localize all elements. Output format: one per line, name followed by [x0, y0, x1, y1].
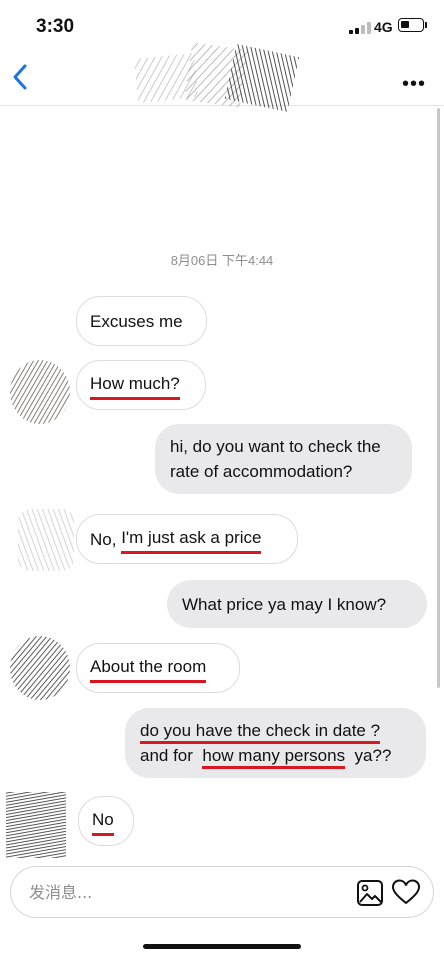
contact-avatar[interactable]	[130, 42, 310, 114]
sender-avatar[interactable]	[14, 505, 78, 575]
message-text: What price ya may I know?	[182, 595, 387, 614]
chevron-left-icon[interactable]	[10, 62, 30, 92]
network-label: 4G	[374, 19, 393, 35]
message-line: hi, do you want to check the	[170, 437, 381, 456]
heart-icon[interactable]	[392, 879, 420, 905]
more-dots-icon[interactable]: •••	[402, 74, 426, 94]
message-incoming[interactable]: How much?	[76, 360, 206, 410]
message-text-underlined: No	[92, 807, 114, 836]
message-incoming[interactable]: About the room	[76, 643, 240, 693]
message-text: Excuses me	[90, 311, 183, 331]
image-icon[interactable]	[356, 879, 384, 907]
message-text: and for	[140, 746, 198, 765]
message-outgoing[interactable]: hi, do you want to check the rate of acc…	[155, 424, 412, 494]
conversation-timestamp: 8月06日 下午4:44	[170, 253, 274, 268]
sender-avatar[interactable]	[8, 356, 72, 426]
message-text-underlined: How much?	[90, 371, 180, 400]
scrollbar[interactable]	[437, 108, 440, 688]
message-text-underlined: I'm just ask a price	[121, 525, 262, 554]
message-text: ya??	[349, 746, 392, 765]
message-text-underlined: do you have the check in date ?	[140, 721, 381, 744]
message-text: No,	[90, 529, 117, 549]
status-time: 3:30	[36, 16, 75, 37]
battery-cap	[425, 22, 427, 28]
message-incoming[interactable]: No, I'm just ask a price	[76, 514, 298, 564]
message-line: rate of accommodation?	[170, 462, 353, 481]
message-text-underlined: how many persons	[202, 746, 346, 769]
message-input[interactable]	[29, 867, 349, 917]
message-outgoing[interactable]: What price ya may I know?	[167, 580, 427, 628]
message-incoming[interactable]: No	[78, 796, 134, 846]
message-outgoing[interactable]: do you have the check in date ? and for …	[125, 708, 426, 778]
message-text-underlined: About the room	[90, 654, 207, 683]
sender-avatar[interactable]	[8, 632, 72, 702]
signal-strength-icon	[349, 22, 371, 34]
message-composer	[10, 866, 434, 918]
message-incoming[interactable]: Excuses me	[76, 296, 207, 346]
battery-icon	[398, 18, 424, 32]
sender-avatar[interactable]	[4, 790, 68, 860]
chat-header: •••	[0, 42, 444, 113]
home-indicator	[143, 944, 301, 949]
